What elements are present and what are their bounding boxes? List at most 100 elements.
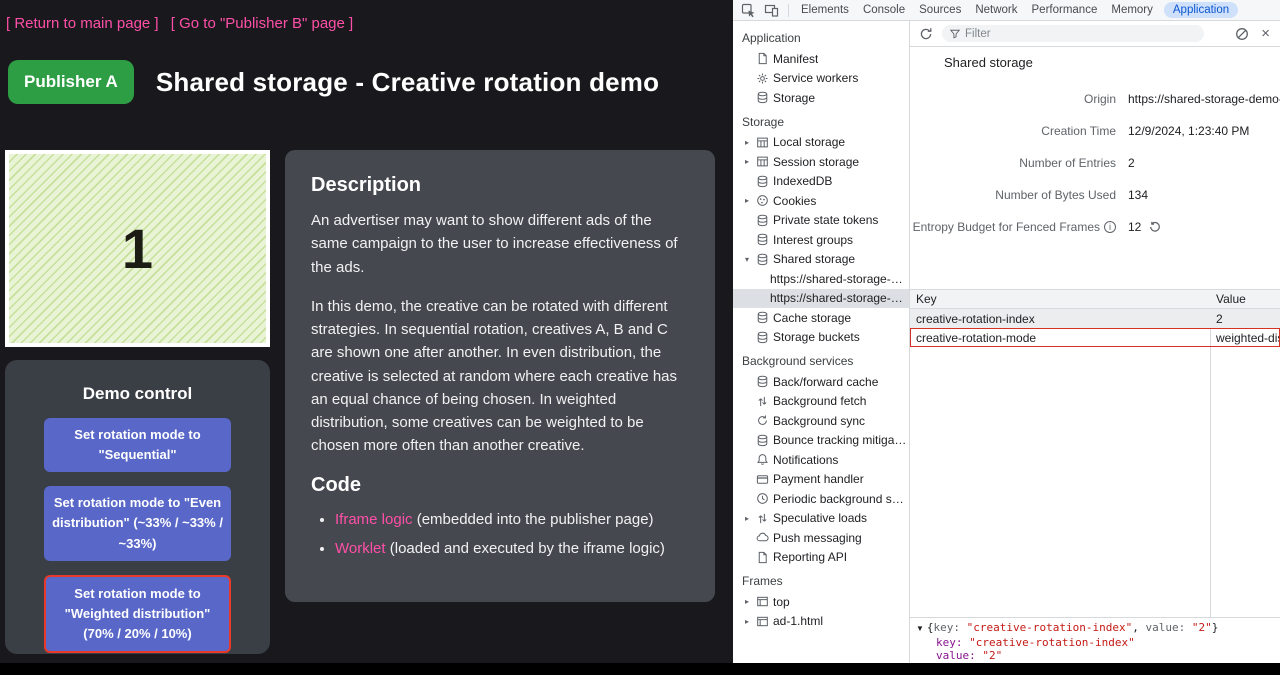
- sidebar-item-interest-groups[interactable]: Interest groups: [733, 230, 909, 250]
- tab-memory[interactable]: Memory: [1104, 1, 1160, 19]
- sidebar-item-storage[interactable]: Storage: [733, 88, 909, 108]
- filter-box: [942, 25, 1204, 42]
- publisher-b-link[interactable]: [ Go to "Publisher B" page ]: [171, 15, 353, 32]
- sidebar-item-label: Reporting API: [773, 550, 847, 564]
- sidebar-item-storage-buckets[interactable]: Storage buckets: [733, 328, 909, 348]
- sidebar-item-notifications[interactable]: Notifications: [733, 450, 909, 470]
- chevron-right-icon[interactable]: ▸: [742, 617, 752, 626]
- sidebar-item-payment-handler[interactable]: Payment handler: [733, 470, 909, 490]
- tab-performance[interactable]: Performance: [1025, 1, 1105, 19]
- inspect-element-icon[interactable]: [741, 3, 756, 18]
- ad-creative-frame[interactable]: 1: [5, 150, 270, 347]
- sidebar-item-label: Back/forward cache: [773, 375, 878, 389]
- tab-sources[interactable]: Sources: [912, 1, 968, 19]
- publisher-page: [ Return to main page ] [ Go to "Publish…: [0, 0, 733, 663]
- database-icon: [756, 253, 769, 266]
- meta-row-number-of-entries: Number of Entries 2: [910, 147, 1280, 179]
- preview-entry-value: value: "2": [916, 649, 1274, 663]
- sidebar-item-label: Notifications: [773, 453, 838, 467]
- rotation-mode-even-button[interactable]: Set rotation mode to "Even distribution"…: [44, 486, 231, 560]
- cell-value: 2: [1210, 312, 1280, 326]
- column-header-value[interactable]: Value: [1210, 292, 1280, 306]
- list-item: Worklet (loaded and executed by the ifra…: [335, 538, 689, 561]
- device-toolbar-icon[interactable]: [764, 3, 779, 18]
- cell-key: creative-rotation-mode: [910, 331, 1210, 345]
- bullet-text: (loaded and executed by the iframe logic…: [386, 540, 665, 557]
- meta-row-creation-time: Creation Time 12/9/2024, 1:23:40 PM: [910, 115, 1280, 147]
- database-icon: [756, 434, 769, 447]
- refresh-icon[interactable]: [919, 27, 933, 41]
- sidebar-item-frame-ad-1[interactable]: ▸ ad-1.html: [733, 612, 909, 632]
- sidebar-item-label: Speculative loads: [773, 511, 867, 525]
- reset-budget-icon[interactable]: [1149, 221, 1161, 233]
- chevron-right-icon[interactable]: ▸: [742, 157, 752, 166]
- description-heading: Description: [311, 174, 689, 197]
- sidebar-item-frame-top[interactable]: ▸ top: [733, 592, 909, 612]
- cell-value: weighted-dist: [1210, 331, 1280, 345]
- sidebar-item-label: Push messaging: [773, 531, 862, 545]
- tab-console[interactable]: Console: [856, 1, 912, 19]
- sidebar-item-cookies[interactable]: ▸Cookies: [733, 191, 909, 211]
- sidebar-item-periodic-background-sync[interactable]: Periodic background s…: [733, 489, 909, 509]
- sidebar-item-indexeddb[interactable]: IndexedDB: [733, 172, 909, 192]
- sidebar-item-speculative-loads[interactable]: ▸ Speculative loads: [733, 509, 909, 529]
- sidebar-item-session-storage[interactable]: ▸Session storage: [733, 152, 909, 172]
- meta-row-entropy-budget: Entropy Budget for Fenced Frames 12: [910, 211, 1280, 243]
- sidebar-item-service-workers[interactable]: Service workers: [733, 69, 909, 89]
- sidebar-item-background-sync[interactable]: Background sync: [733, 411, 909, 431]
- sidebar-item-bounce-tracking-mitigations[interactable]: Bounce tracking mitiga…: [733, 431, 909, 451]
- sidebar-item-manifest[interactable]: Manifest: [733, 49, 909, 69]
- table-row-creative-rotation-mode[interactable]: creative-rotation-mode weighted-dist: [910, 328, 1280, 347]
- rotation-mode-sequential-button[interactable]: Set rotation mode to "Sequential": [44, 418, 231, 472]
- frame-icon: [756, 615, 769, 628]
- sidebar-item-push-messaging[interactable]: Push messaging: [733, 528, 909, 548]
- toolbar-right-group: ×: [1235, 26, 1270, 41]
- close-icon[interactable]: ×: [1261, 26, 1270, 41]
- database-icon: [756, 175, 769, 188]
- key-value-table: Key Value creative-rotation-index 2 crea…: [910, 289, 1280, 617]
- sidebar-item-label: top: [773, 595, 790, 609]
- sidebar-item-label: Background sync: [773, 414, 865, 428]
- expand-triangle-icon[interactable]: ▼: [916, 624, 924, 633]
- description-paragraph-2: In this demo, the creative can be rotate…: [311, 295, 689, 458]
- sidebar-item-label: Cache storage: [773, 311, 851, 325]
- sidebar-item-label: Storage buckets: [773, 330, 860, 344]
- column-header-key[interactable]: Key: [910, 292, 1210, 306]
- tab-elements[interactable]: Elements: [794, 1, 856, 19]
- chevron-right-icon[interactable]: ▸: [742, 514, 752, 523]
- tab-network[interactable]: Network: [968, 1, 1024, 19]
- clear-all-icon[interactable]: [1235, 27, 1249, 41]
- sidebar-item-local-storage[interactable]: ▸Local storage: [733, 133, 909, 153]
- devtools-body: Application Manifest Service workers Sto…: [733, 21, 1280, 663]
- sidebar-item-private-state-tokens[interactable]: Private state tokens: [733, 211, 909, 231]
- cell-key: creative-rotation-index: [910, 312, 1210, 326]
- sidebar-item-shared-storage-origin-2[interactable]: https://shared-storage-d…: [733, 289, 909, 309]
- sidebar-item-label: Interest groups: [773, 233, 853, 247]
- chevron-right-icon[interactable]: ▸: [742, 138, 752, 147]
- chevron-right-icon[interactable]: ▸: [742, 597, 752, 606]
- rotation-mode-weighted-button[interactable]: Set rotation mode to "Weighted distribut…: [44, 575, 231, 653]
- sidebar-item-reporting-api[interactable]: Reporting API: [733, 548, 909, 568]
- section-title-storage: Storage: [733, 108, 909, 133]
- sidebar-item-shared-storage-origin-1[interactable]: https://shared-storage-d…: [733, 269, 909, 289]
- filter-input[interactable]: [965, 28, 1196, 40]
- sidebar-item-back-forward-cache[interactable]: Back/forward cache: [733, 372, 909, 392]
- chevron-right-icon[interactable]: ▸: [742, 196, 752, 205]
- table-row-creative-rotation-index[interactable]: creative-rotation-index 2: [910, 309, 1280, 328]
- table-icon: [756, 136, 769, 149]
- tab-application[interactable]: Application: [1164, 2, 1238, 18]
- return-to-main-link[interactable]: [ Return to main page ]: [6, 15, 159, 32]
- panel-title: Shared storage: [944, 55, 1033, 70]
- meta-value: 12/9/2024, 1:23:40 PM: [1128, 124, 1280, 138]
- iframe-logic-link[interactable]: Iframe logic: [335, 511, 413, 528]
- entry-preview-pane: ▼{key: "creative-rotation-index", value:…: [910, 617, 1280, 663]
- chevron-down-icon[interactable]: ▾: [742, 255, 752, 264]
- sidebar-item-label: ad-1.html: [773, 614, 823, 628]
- sidebar-item-shared-storage[interactable]: ▾Shared storage: [733, 250, 909, 270]
- worklet-link[interactable]: Worklet: [335, 540, 386, 557]
- info-icon[interactable]: [1104, 221, 1116, 233]
- sidebar-item-cache-storage[interactable]: Cache storage: [733, 308, 909, 328]
- sidebar-item-background-fetch[interactable]: Background fetch: [733, 392, 909, 412]
- panel-toolbar: ×: [910, 21, 1280, 47]
- card-icon: [756, 473, 769, 486]
